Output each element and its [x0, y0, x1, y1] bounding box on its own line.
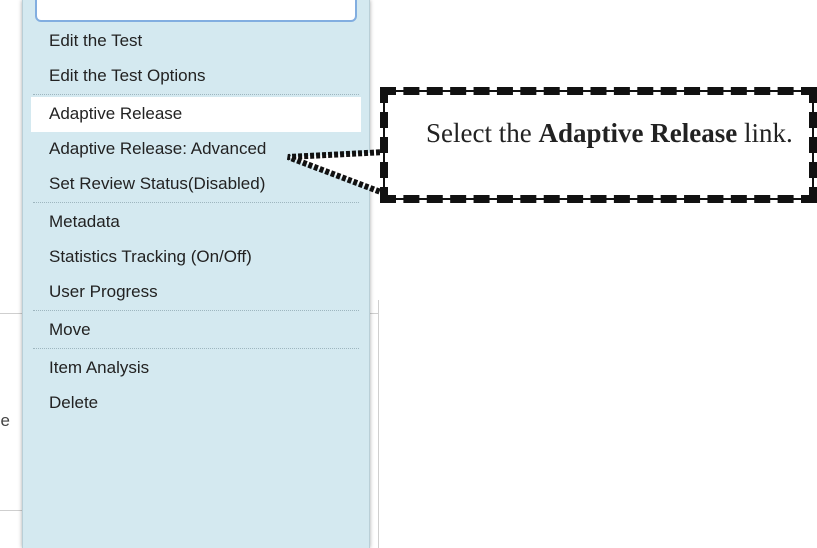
background-vertical-rule	[378, 300, 379, 548]
background-divider-2	[0, 510, 22, 511]
menu-item-item-analysis[interactable]: Item Analysis	[23, 351, 369, 386]
background-divider-1	[0, 313, 22, 314]
menu-item-adaptive-release[interactable]: Adaptive Release	[31, 97, 361, 132]
menu-item-metadata[interactable]: Metadata	[23, 205, 369, 240]
menu-list: Edit the Test Edit the Test Options Adap…	[23, 24, 369, 421]
menu-item-move[interactable]: Move	[23, 313, 369, 348]
menu-item-edit-test[interactable]: Edit the Test	[23, 24, 369, 59]
background-text-fragment: le	[0, 411, 10, 430]
context-menu: Edit the Test Edit the Test Options Adap…	[22, 0, 370, 548]
callout-text-bold: Adaptive Release	[538, 118, 738, 148]
menu-separator	[33, 310, 359, 311]
menu-item-statistics-tracking[interactable]: Statistics Tracking (On/Off)	[23, 240, 369, 275]
menu-separator	[33, 202, 359, 203]
callout-text-prefix: Select the	[426, 118, 539, 148]
menu-item-delete[interactable]: Delete	[23, 386, 369, 421]
menu-item-edit-test-options[interactable]: Edit the Test Options	[23, 59, 369, 94]
menu-separator	[33, 348, 359, 349]
menu-anchor-field[interactable]	[35, 0, 357, 22]
menu-separator	[33, 94, 359, 95]
instruction-callout: Select the Adaptive Release link.	[380, 87, 817, 203]
menu-item-set-review-status[interactable]: Set Review Status(Disabled)	[23, 167, 369, 202]
menu-item-user-progress[interactable]: User Progress	[23, 275, 369, 310]
callout-text-suffix: link.	[737, 118, 793, 148]
menu-item-adaptive-release-advanced[interactable]: Adaptive Release: Advanced	[23, 132, 369, 167]
